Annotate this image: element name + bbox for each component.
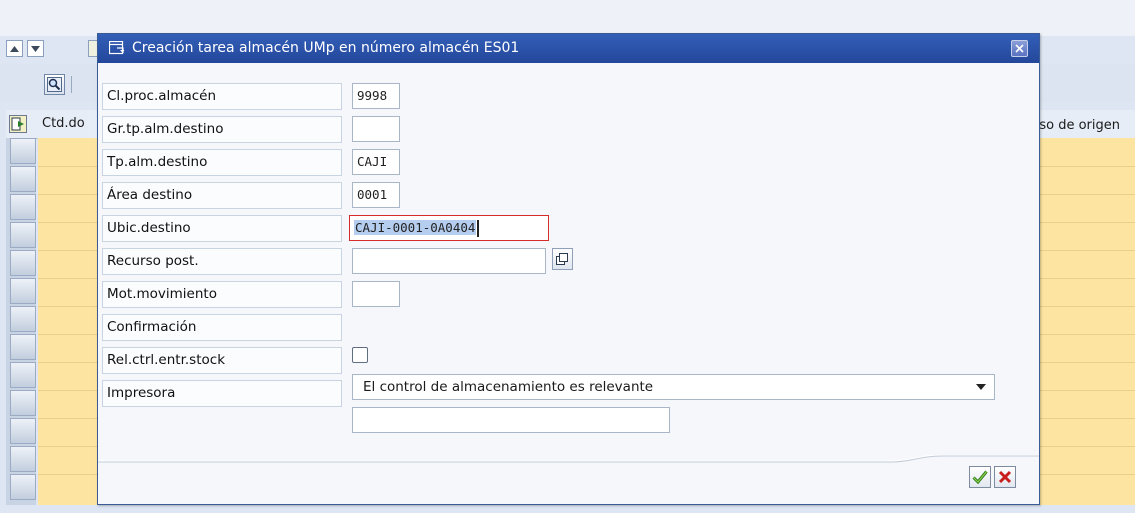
label-gr-tp-alm-destino: Gr.tp.alm.destino: [107, 121, 224, 137]
label-recurso-post: Recurso post.: [107, 253, 199, 269]
possible-entries-icon: [556, 252, 568, 265]
rel-ctrl-entr-stock-dropdown[interactable]: El control de almacenamiento es relevant…: [352, 374, 995, 400]
dialog-window-icon: [109, 41, 125, 55]
header-area: [0, 0, 1135, 36]
column-header-ctd[interactable]: Ctd.do: [42, 116, 85, 131]
row-selector[interactable]: [10, 334, 36, 360]
gr-tp-alm-destino-field[interactable]: [352, 116, 400, 142]
dropdown-selected-value: El control de almacenamiento es relevant…: [363, 379, 654, 395]
chevron-down-icon: [976, 384, 986, 390]
close-button[interactable]: [1011, 40, 1028, 57]
dialog-title: Creación tarea almacén UMp en número alm…: [132, 40, 520, 56]
scroll-up-button[interactable]: [6, 40, 23, 57]
arrow-up-icon: [10, 45, 19, 52]
possible-entries-button[interactable]: [552, 248, 573, 270]
checkmark-icon: [972, 470, 988, 484]
text-cursor: [477, 220, 480, 237]
row-selector[interactable]: [10, 166, 36, 192]
ubic-destino-value: CAJI-0001-0A0404: [354, 220, 477, 235]
tp-alm-destino-field[interactable]: CAJI: [352, 149, 400, 175]
area-destino-field[interactable]: 0001: [352, 182, 400, 208]
label-mot-movimiento: Mot.movimiento: [107, 286, 217, 302]
find-icon: [47, 77, 62, 92]
label-confirmacion: Confirmación: [107, 319, 197, 335]
row-selector-column: [6, 138, 36, 505]
column-header-recurso-origen[interactable]: rso de origen: [1034, 118, 1120, 133]
impresora-field[interactable]: [352, 407, 670, 433]
label-impresora: Impresora: [107, 385, 176, 401]
mot-movimiento-field[interactable]: [352, 281, 400, 307]
arrow-down-icon: [31, 45, 40, 52]
row-selector[interactable]: [10, 418, 36, 444]
cancel-button[interactable]: [994, 466, 1016, 488]
confirmacion-checkbox[interactable]: [352, 347, 368, 363]
label-rel-ctrl-entr-stock: Rel.ctrl.entr.stock: [107, 352, 226, 368]
creation-task-dialog: Creación tarea almacén UMp en número alm…: [97, 33, 1040, 505]
row-selector[interactable]: [10, 194, 36, 220]
dialog-body: Cl.proc.almacén Gr.tp.alm.destino Tp.alm…: [98, 63, 1039, 504]
label-cl-proc-almacen: Cl.proc.almacén: [107, 88, 216, 104]
ok-button[interactable]: [969, 466, 991, 488]
scroll-down-button[interactable]: [27, 40, 44, 57]
ubic-destino-field[interactable]: CAJI-0001-0A0404: [349, 215, 549, 241]
toolbar-separator: [71, 76, 72, 93]
row-selector[interactable]: [10, 306, 36, 332]
close-icon: [1015, 44, 1024, 53]
row-selector[interactable]: [10, 278, 36, 304]
recurso-post-field[interactable]: [352, 248, 546, 274]
cl-proc-almacen-field[interactable]: 9998: [352, 83, 400, 109]
row-selector[interactable]: [10, 222, 36, 248]
row-selector[interactable]: [10, 250, 36, 276]
row-selector[interactable]: [10, 446, 36, 472]
row-selector[interactable]: [10, 474, 36, 500]
select-all-icon[interactable]: [9, 115, 27, 133]
row-selector[interactable]: [10, 362, 36, 388]
row-selector[interactable]: [10, 390, 36, 416]
label-ubic-destino: Ubic.destino: [107, 220, 191, 236]
dialog-titlebar[interactable]: Creación tarea almacén UMp en número alm…: [98, 34, 1039, 63]
cancel-x-icon: [998, 470, 1012, 484]
label-area-destino: Área destino: [107, 187, 193, 203]
row-selector[interactable]: [10, 138, 36, 164]
footer-divider: [98, 455, 1039, 463]
label-tp-alm-destino: Tp.alm.destino: [107, 154, 208, 170]
find-button[interactable]: [44, 74, 65, 95]
